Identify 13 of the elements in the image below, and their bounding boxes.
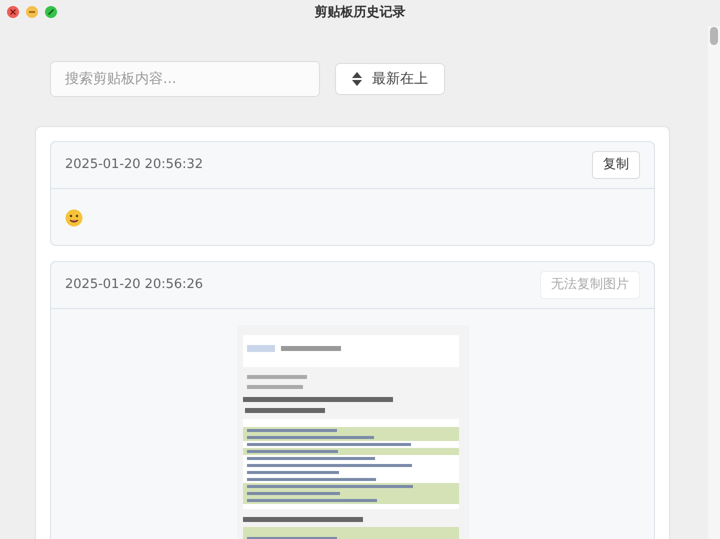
sort-button[interactable]: 最新在上 (335, 63, 445, 95)
window-title: 剪贴板历史记录 (314, 4, 406, 22)
maximize-icon[interactable] (45, 6, 57, 18)
minimize-icon[interactable] (26, 6, 38, 18)
copy-button[interactable]: 复制 (592, 151, 640, 179)
timestamp: 2025-01-20 20:56:26 (65, 276, 204, 294)
scrollbar[interactable] (708, 26, 720, 539)
close-icon[interactable] (7, 6, 19, 18)
scrollbar-thumb[interactable] (710, 27, 718, 45)
timestamp: 2025-01-20 20:56:32 (65, 156, 204, 174)
smiley-icon (65, 208, 83, 227)
sort-icon (352, 72, 362, 86)
search-field[interactable]: 搜索剪贴板内容... (50, 61, 320, 97)
